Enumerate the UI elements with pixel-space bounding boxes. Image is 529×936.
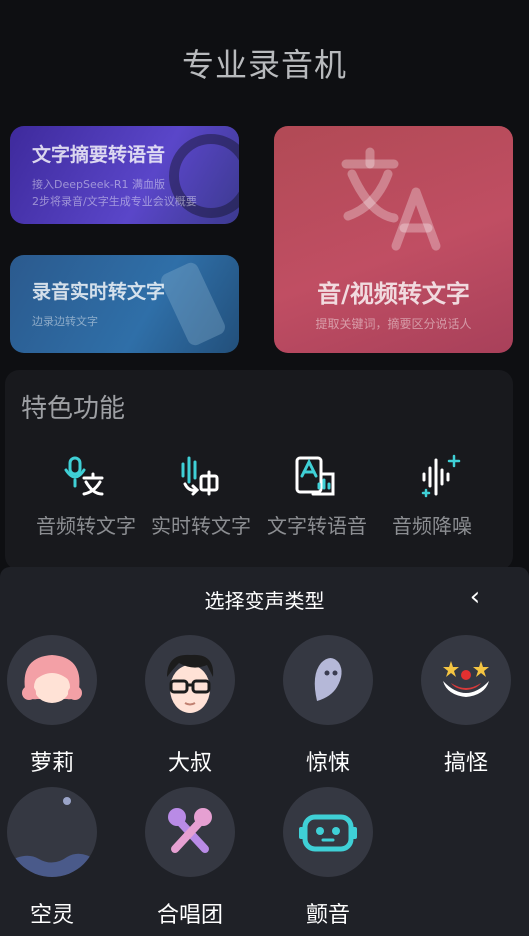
section-title: 特色功能 bbox=[21, 394, 126, 424]
translate-icon bbox=[341, 147, 441, 251]
realtime-transcribe-card[interactable]: 录音实时转文字 边录边转文字 bbox=[10, 255, 239, 353]
clown-icon bbox=[421, 635, 511, 725]
loli-icon bbox=[7, 635, 97, 725]
feature-label: 实时转文字 bbox=[151, 514, 251, 538]
voice-option-ethereal[interactable]: 空灵 bbox=[2, 787, 102, 929]
recorder-device-icon bbox=[158, 260, 228, 348]
ethereal-icon bbox=[7, 787, 97, 877]
card-title: 录音实时转文字 bbox=[32, 281, 166, 303]
chorus-icon bbox=[145, 787, 235, 877]
audio-to-text-icon bbox=[64, 456, 104, 496]
voice-label: 空灵 bbox=[29, 903, 74, 928]
card-subtitle: 接入DeepSeek-R1 满血版 bbox=[32, 178, 165, 191]
voice-option-loli[interactable]: 萝莉 bbox=[2, 635, 102, 777]
voice-label: 萝莉 bbox=[29, 751, 74, 776]
voice-changer-sheet: 选择变声类型 ‹ 萝莉 大叔 惊悚 搞怪 空灵 合唱团 颤音 bbox=[0, 567, 529, 936]
voice-option-horror[interactable]: 惊悚 bbox=[278, 635, 378, 777]
voice-label: 大叔 bbox=[167, 751, 212, 776]
noise-reduction-icon bbox=[421, 454, 461, 498]
text-to-speech-icon bbox=[295, 456, 335, 496]
card-subtitle: 边录边转文字 bbox=[32, 315, 98, 328]
back-chevron-icon[interactable]: ‹ bbox=[461, 583, 489, 611]
sheet-title: 选择变声类型 bbox=[204, 589, 325, 613]
voice-option-vibrato[interactable]: 颤音 bbox=[278, 787, 378, 929]
voice-label: 颤音 bbox=[305, 903, 350, 928]
summary-to-speech-card[interactable]: 文字摘要转语音 接入DeepSeek-R1 满血版 2步将录音/文字生成专业会议… bbox=[10, 126, 239, 224]
voice-label: 搞怪 bbox=[443, 751, 488, 776]
voice-option-funny[interactable]: 搞怪 bbox=[416, 635, 516, 777]
voice-label: 合唱团 bbox=[156, 903, 223, 928]
robot-icon bbox=[283, 787, 373, 877]
voice-option-chorus[interactable]: 合唱团 bbox=[140, 787, 240, 929]
audio-video-to-text-card[interactable]: 音/视频转文字 提取关键词，摘要区分说话人 bbox=[274, 126, 513, 353]
card-title: 音/视频转文字 bbox=[317, 280, 470, 308]
voice-option-uncle[interactable]: 大叔 bbox=[140, 635, 240, 777]
uncle-icon bbox=[145, 635, 235, 725]
features-section: 特色功能 音频转文字 实时转文字 文字转语音 音频降噪 bbox=[5, 370, 513, 570]
page-title: 专业录音机 bbox=[181, 46, 347, 84]
feature-label: 音频降噪 bbox=[392, 514, 472, 538]
feature-label: 文字转语音 bbox=[267, 514, 367, 538]
voice-label: 惊悚 bbox=[305, 751, 350, 776]
realtime-text-icon bbox=[181, 456, 219, 496]
card-title: 文字摘要转语音 bbox=[32, 144, 166, 166]
card-subtitle: 2步将录音/文字生成专业会议概要 bbox=[32, 195, 197, 208]
ghost-icon bbox=[283, 635, 373, 725]
card-subtitle: 提取关键词，摘要区分说话人 bbox=[315, 317, 472, 331]
feature-label: 音频转文字 bbox=[36, 514, 136, 538]
